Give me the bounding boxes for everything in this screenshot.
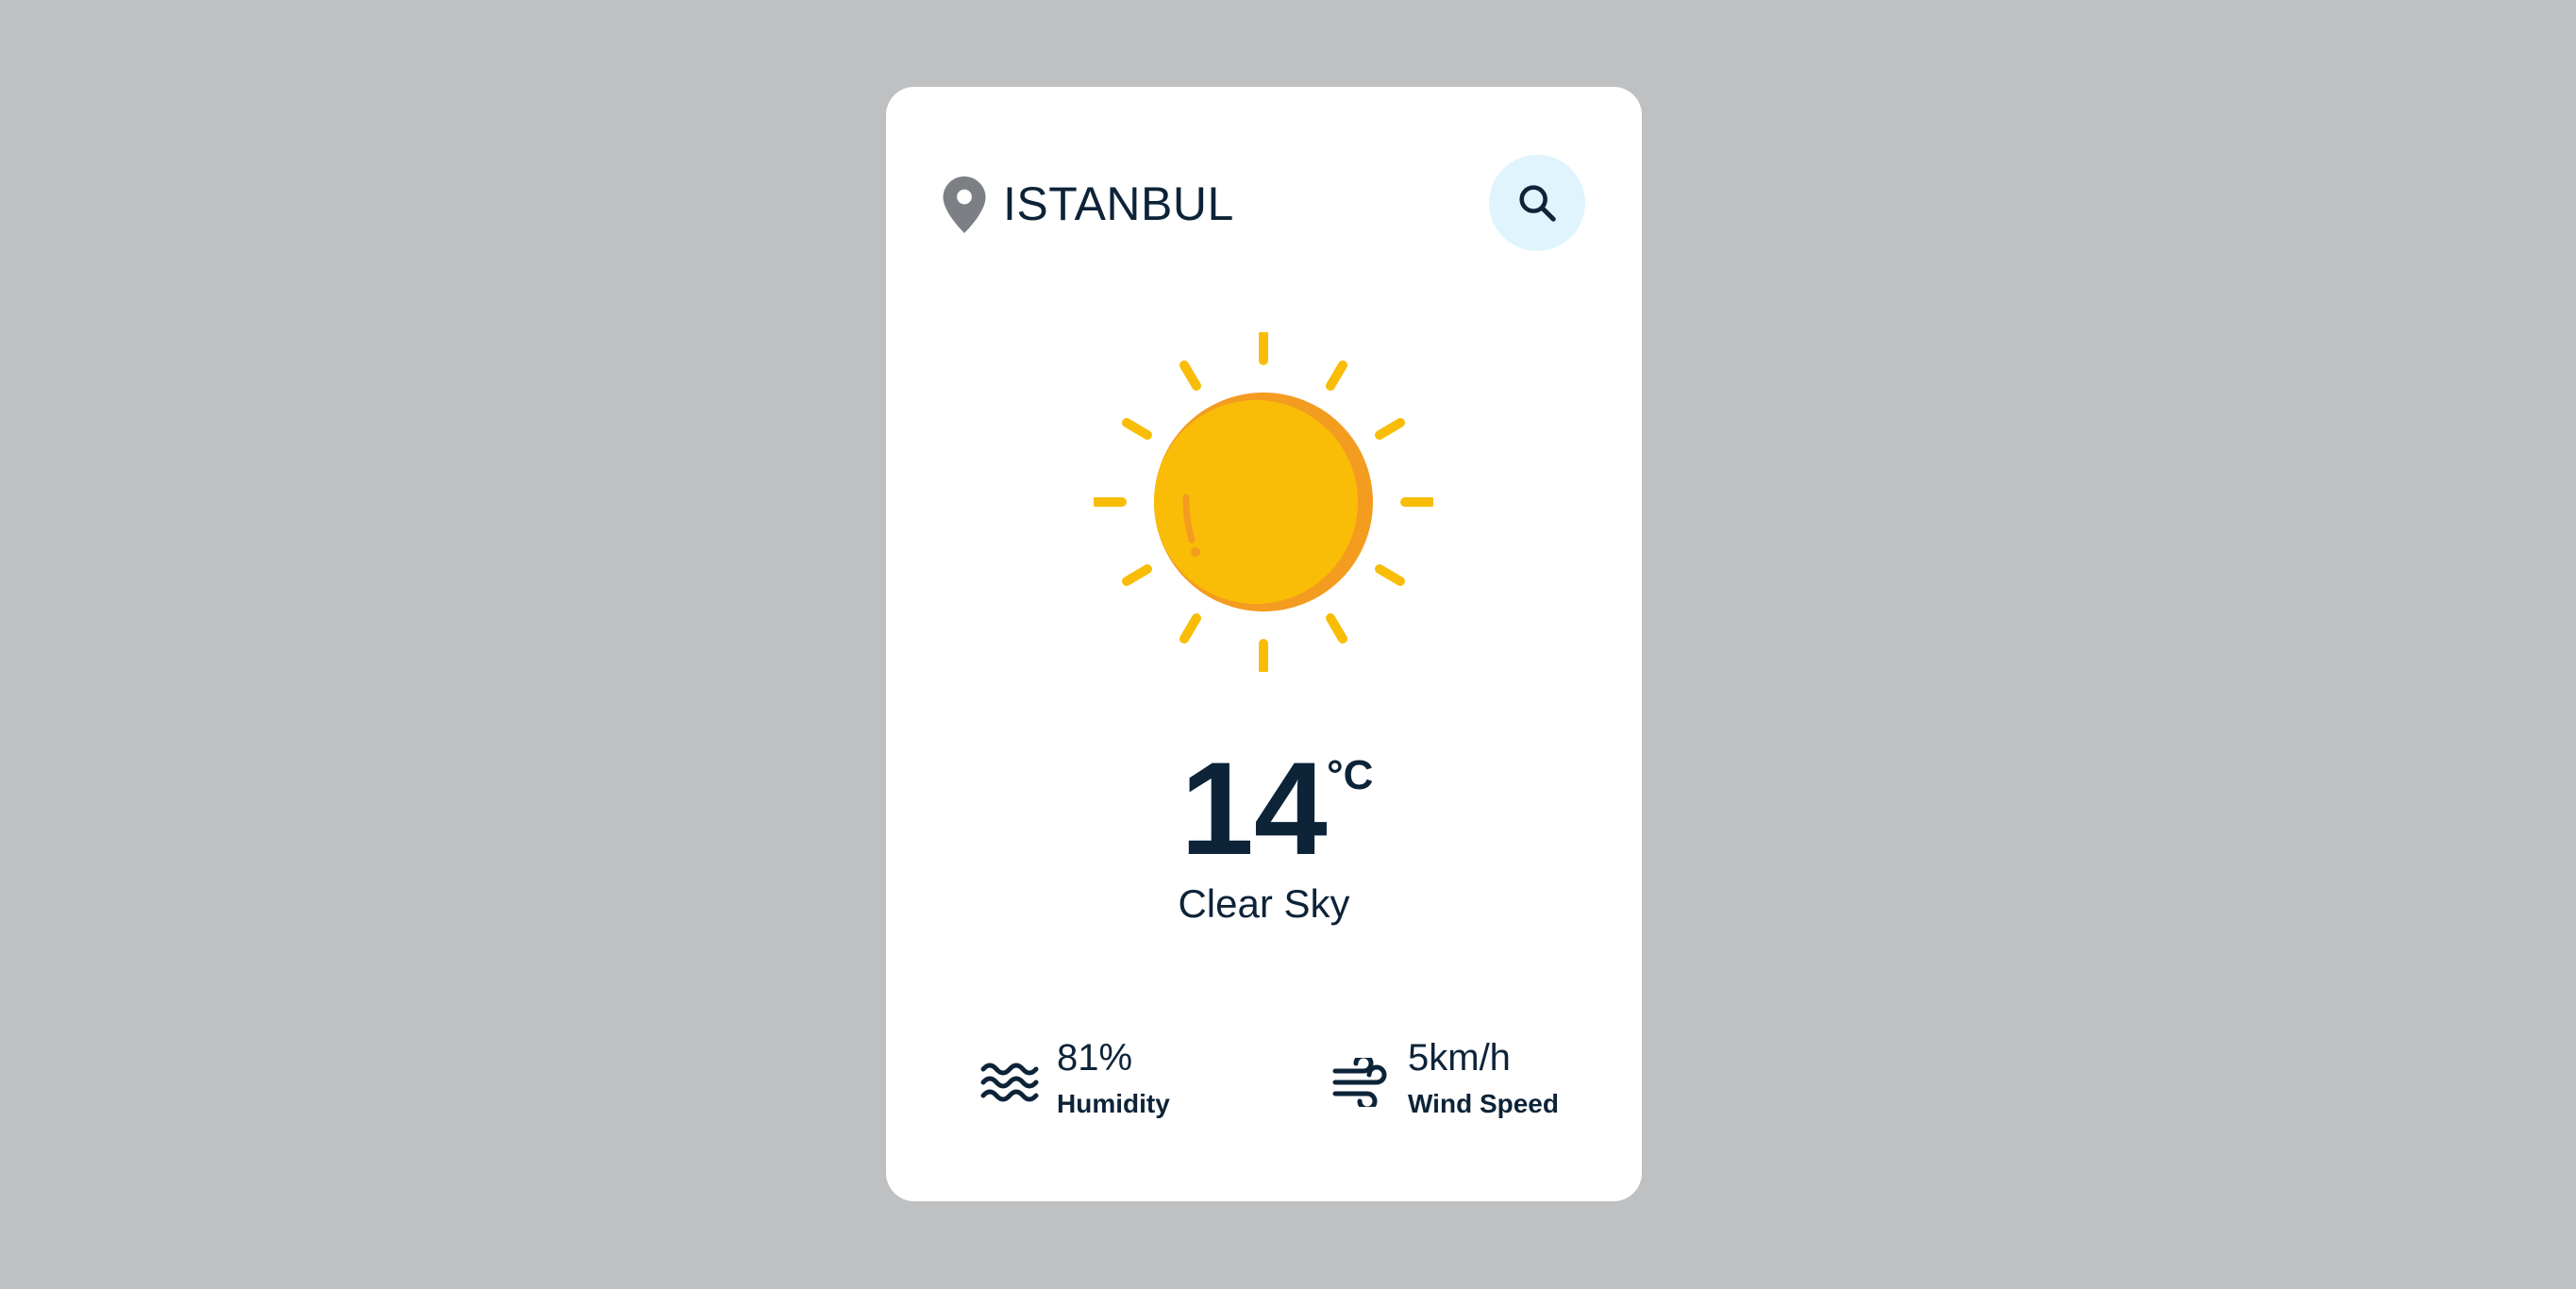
wind-icon bbox=[1332, 1058, 1387, 1107]
humidity-value: 81% bbox=[1057, 1037, 1133, 1079]
map-pin-icon bbox=[943, 176, 986, 233]
sun-icon bbox=[1094, 332, 1433, 672]
search-button[interactable] bbox=[1489, 155, 1585, 251]
wind-label: Wind Speed bbox=[1408, 1089, 1559, 1118]
temperature-unit: °C bbox=[1327, 752, 1374, 798]
city-name: ISTANBUL bbox=[1003, 177, 1234, 230]
search-icon bbox=[1519, 185, 1556, 222]
humidity-label: Humidity bbox=[1057, 1089, 1170, 1118]
wind-value: 5km/h bbox=[1408, 1037, 1511, 1079]
weather-card: ISTANBUL 14 °C Clear Sky 81% Humidity 5k… bbox=[886, 87, 1642, 1201]
temperature-value: 14 bbox=[1180, 734, 1328, 882]
header: ISTANBUL bbox=[943, 155, 1585, 253]
waves-icon bbox=[980, 1063, 1039, 1102]
weather-condition: Clear Sky bbox=[1178, 881, 1350, 926]
